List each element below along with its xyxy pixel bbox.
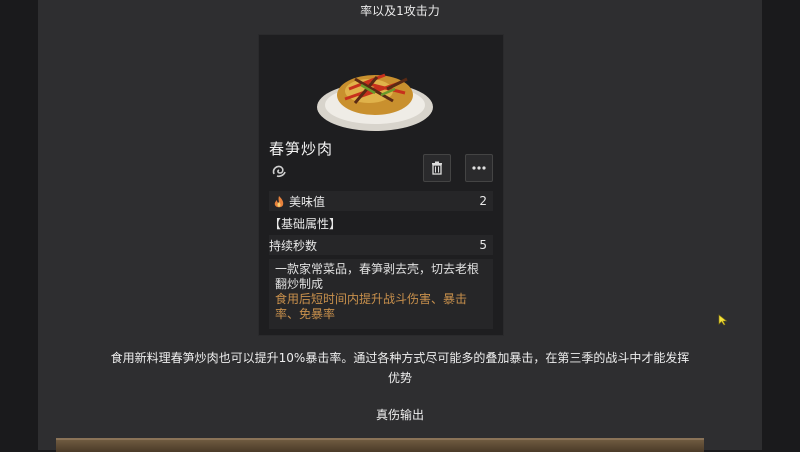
article-body-line1: 食用新料理春笋炒肉也可以提升10%暴击率。通过各种方式尽可能多的叠加暴击，在第三… [110,351,690,365]
base-attributes-label: 【基础属性】 [269,216,342,231]
duration-value: 5 [479,238,487,252]
swirl-icon [272,165,286,178]
item-effect: 食用后短时间内提升战斗伤害、暴击率、免暴率 [275,292,468,321]
article-body-text: 食用新料理春笋炒肉也可以提升10%暴击率。通过各种方式尽可能多的叠加暴击，在第三… [38,348,762,388]
more-button[interactable] [465,154,493,182]
dish-image [317,73,433,131]
mouse-cursor-icon [718,314,728,326]
flavor-value: 2 [479,194,487,208]
delete-button[interactable] [423,154,451,182]
item-description: 一款家常菜品，春笋剥去壳，切去老根翻炒制成 [275,262,480,291]
article-page: 率以及1攻击力 春笋炒肉 美味值 2 【基础属性】 持续秒数 5 一款家常菜品，… [38,0,762,452]
item-card: 春笋炒肉 美味值 2 【基础属性】 持续秒数 5 一款家常菜品，春笋剥去壳，切去… [258,34,504,336]
item-description-box: 一款家常菜品，春笋剥去壳，切去老根翻炒制成 食用后短时间内提升战斗伤害、暴击率、… [269,259,493,329]
more-dots-icon [472,166,486,170]
article-subheading: 真伤输出 [375,408,424,422]
flavor-row: 美味值 2 [269,191,493,211]
flavor-label: 美味值 [289,194,326,209]
duration-label: 持续秒数 [269,238,318,253]
article-text-top: 率以及1攻击力 [360,4,440,18]
article-body-line2: 优势 [387,371,412,385]
flame-icon [274,196,284,208]
trash-icon [432,161,442,175]
item-name: 春笋炒肉 [269,140,334,158]
base-attributes-row: 【基础属性】 [269,213,493,233]
duration-row: 持续秒数 5 [269,235,493,255]
